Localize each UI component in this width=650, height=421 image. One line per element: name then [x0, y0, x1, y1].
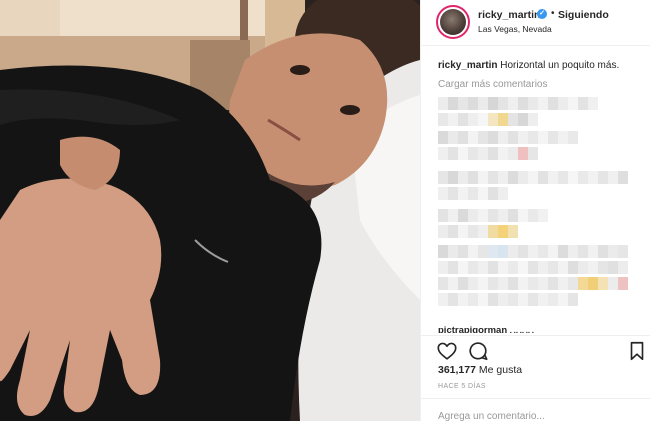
likes-label: Me gusta [478, 364, 523, 376]
post-actions [421, 340, 650, 362]
post-location[interactable]: Las Vegas, Nevada [478, 24, 552, 34]
header-separator: • [551, 8, 555, 19]
bookmark-icon[interactable] [626, 340, 648, 362]
post-sidebar: ricky_martin ✓ • Siguiendo Las Vegas, Ne… [420, 0, 650, 421]
post-caption: ricky_martin Horizontal un poquito más. [438, 60, 619, 71]
post-header: ricky_martin ✓ • Siguiendo Las Vegas, Ne… [421, 0, 650, 45]
add-comment-divider [421, 398, 650, 399]
avatar[interactable] [436, 5, 470, 39]
load-more-comments-button[interactable]: Cargar más comentarios [438, 79, 547, 90]
blurred-comments [436, 95, 650, 320]
heart-outline-icon[interactable] [436, 340, 458, 362]
caption-text: Horizontal un poquito más. [500, 60, 620, 71]
partial-comment-username[interactable]: pictrapigorman ␣␣␣␣ [438, 325, 534, 333]
likes-number: 361,177 [438, 364, 476, 376]
comments-divider [421, 335, 650, 336]
speech-bubble-icon[interactable] [467, 340, 489, 362]
caption-username[interactable]: ricky_martin [438, 60, 497, 71]
header-divider [421, 45, 650, 46]
follow-status-button[interactable]: Siguiendo [558, 9, 609, 21]
post-timestamp[interactable]: HACE 5 DÍAS [438, 383, 486, 390]
author-username[interactable]: ricky_martin [478, 9, 540, 21]
verified-badge-icon: ✓ [537, 9, 547, 19]
add-comment-input[interactable]: Agrega un comentario... [438, 411, 545, 421]
post-photo[interactable] [0, 0, 420, 421]
avatar-image [440, 9, 466, 35]
likes-count[interactable]: 361,177 Me gusta [438, 364, 522, 376]
